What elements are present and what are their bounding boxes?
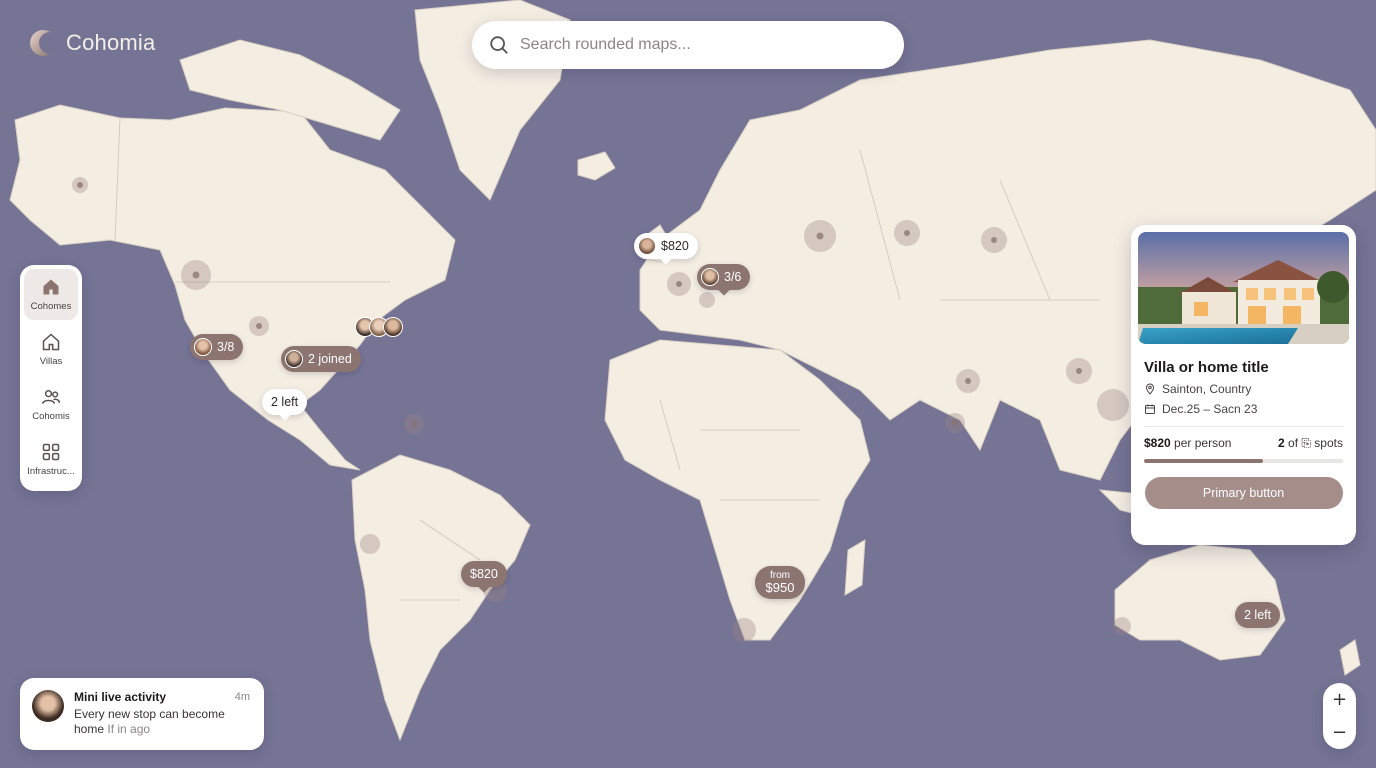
marker-label: 3/6 — [724, 270, 742, 284]
listing-card[interactable]: Villa or home title Sainton, Country Dec… — [1131, 225, 1356, 545]
marker-australia-left[interactable]: 2 left — [1235, 602, 1281, 628]
marker-us-west-spots[interactable]: 3/8 — [190, 334, 244, 360]
avatar — [194, 338, 212, 356]
marker-europe-price[interactable]: $820 — [634, 233, 698, 265]
spots-value: 2 — [1278, 436, 1285, 450]
house-filled-icon — [43, 279, 59, 295]
marker-avatar-group[interactable] — [355, 317, 403, 337]
sidebar-item-label: Cohomes — [30, 301, 72, 312]
zoom-out-button[interactable]: − — [1323, 718, 1356, 748]
sidebar-item-infrastructure[interactable]: Infrastruc... — [24, 434, 78, 485]
marker-label: 3/8 — [217, 340, 235, 354]
marker-label: 2 left — [271, 395, 299, 409]
spots-count: 2 of ⎘ spots — [1278, 436, 1343, 451]
people-icon — [41, 390, 61, 404]
sidebar-item-cohomes[interactable]: Cohomes — [24, 269, 78, 320]
toast-message: Every new stop can become home If in ago — [74, 707, 250, 737]
spots-progress-fill — [1144, 459, 1264, 463]
search-bar[interactable] — [472, 21, 904, 69]
marker-label: 2 joined — [308, 352, 352, 366]
iceland — [577, 151, 616, 181]
toast-body: Mini live activity 4m Every new stop can… — [74, 690, 250, 740]
calendar-icon — [1145, 404, 1155, 414]
avatar — [638, 237, 656, 255]
sidebar-item-label: Cohomis — [32, 411, 70, 422]
marker-label: $820 — [661, 239, 689, 253]
villa-photo — [1138, 232, 1349, 344]
toast-title: Mini live activity — [74, 690, 167, 704]
price-suffix: per person — [1174, 436, 1232, 450]
brand-logo[interactable]: Cohomia — [28, 28, 155, 58]
listing-dates: Dec.25 – Sacn 23 — [1144, 402, 1349, 416]
marker-brazil-price[interactable]: $820 — [461, 561, 507, 593]
divider — [1144, 426, 1343, 427]
marker-label: $950 — [765, 580, 795, 595]
zoom-in-button[interactable]: + — [1323, 685, 1356, 715]
listing-photo[interactable] — [1138, 232, 1349, 344]
logo-mark-icon — [30, 30, 50, 56]
search-input[interactable] — [520, 36, 888, 54]
dates-text: Dec.25 – Sacn 23 — [1162, 402, 1258, 416]
price-per-person: $820 per person — [1144, 436, 1231, 451]
marker-europe-spots[interactable]: 3/6 — [697, 264, 751, 296]
listing-stats: $820 per person 2 of ⎘ spots — [1144, 436, 1343, 451]
listing-location: Sainton, Country — [1144, 382, 1349, 396]
avatar — [701, 268, 719, 286]
marker-africa-price[interactable]: from $950 — [755, 566, 805, 599]
live-activity-toast[interactable]: Mini live activity 4m Every new stop can… — [20, 678, 264, 750]
grid-icon — [42, 443, 60, 461]
marker-label: 2 left — [1244, 608, 1272, 622]
toast-header: Mini live activity 4m — [74, 690, 250, 704]
house-outline-icon — [42, 333, 60, 351]
listing-title: Villa or home title — [1144, 359, 1269, 376]
spots-suffix: of ⎘ spots — [1288, 436, 1343, 450]
zoom-controls: + − — [1323, 683, 1356, 749]
primary-button[interactable]: Primary button — [1144, 477, 1343, 509]
search-icon — [490, 36, 508, 54]
sidebar-item-label: Villas — [39, 356, 63, 367]
sidebar: Cohomes Villas Cohomis Infrastruc... — [20, 265, 82, 491]
location-pin-icon — [1145, 383, 1155, 395]
spots-progress-bar — [1144, 459, 1343, 463]
price-value: $820 — [1144, 436, 1171, 450]
new-zealand — [1339, 639, 1361, 676]
brand-name: Cohomia — [66, 30, 156, 55]
sidebar-item-cohomis[interactable]: Cohomis — [24, 379, 78, 430]
avatar — [32, 690, 64, 722]
marker-label: $820 — [470, 567, 498, 581]
toast-ago: If in ago — [107, 722, 151, 736]
location-text: Sainton, Country — [1162, 382, 1252, 396]
sidebar-item-label: Infrastruc... — [27, 466, 75, 477]
toast-time: 4m — [234, 691, 250, 703]
sidebar-item-villas[interactable]: Villas — [24, 324, 78, 375]
africa — [604, 339, 871, 641]
avatar — [285, 350, 303, 368]
marker-mexico-left[interactable]: 2 left — [262, 389, 308, 421]
marker-us-joined[interactable]: 2 joined — [281, 346, 361, 372]
avatar — [383, 317, 403, 337]
madagascar — [844, 539, 866, 596]
